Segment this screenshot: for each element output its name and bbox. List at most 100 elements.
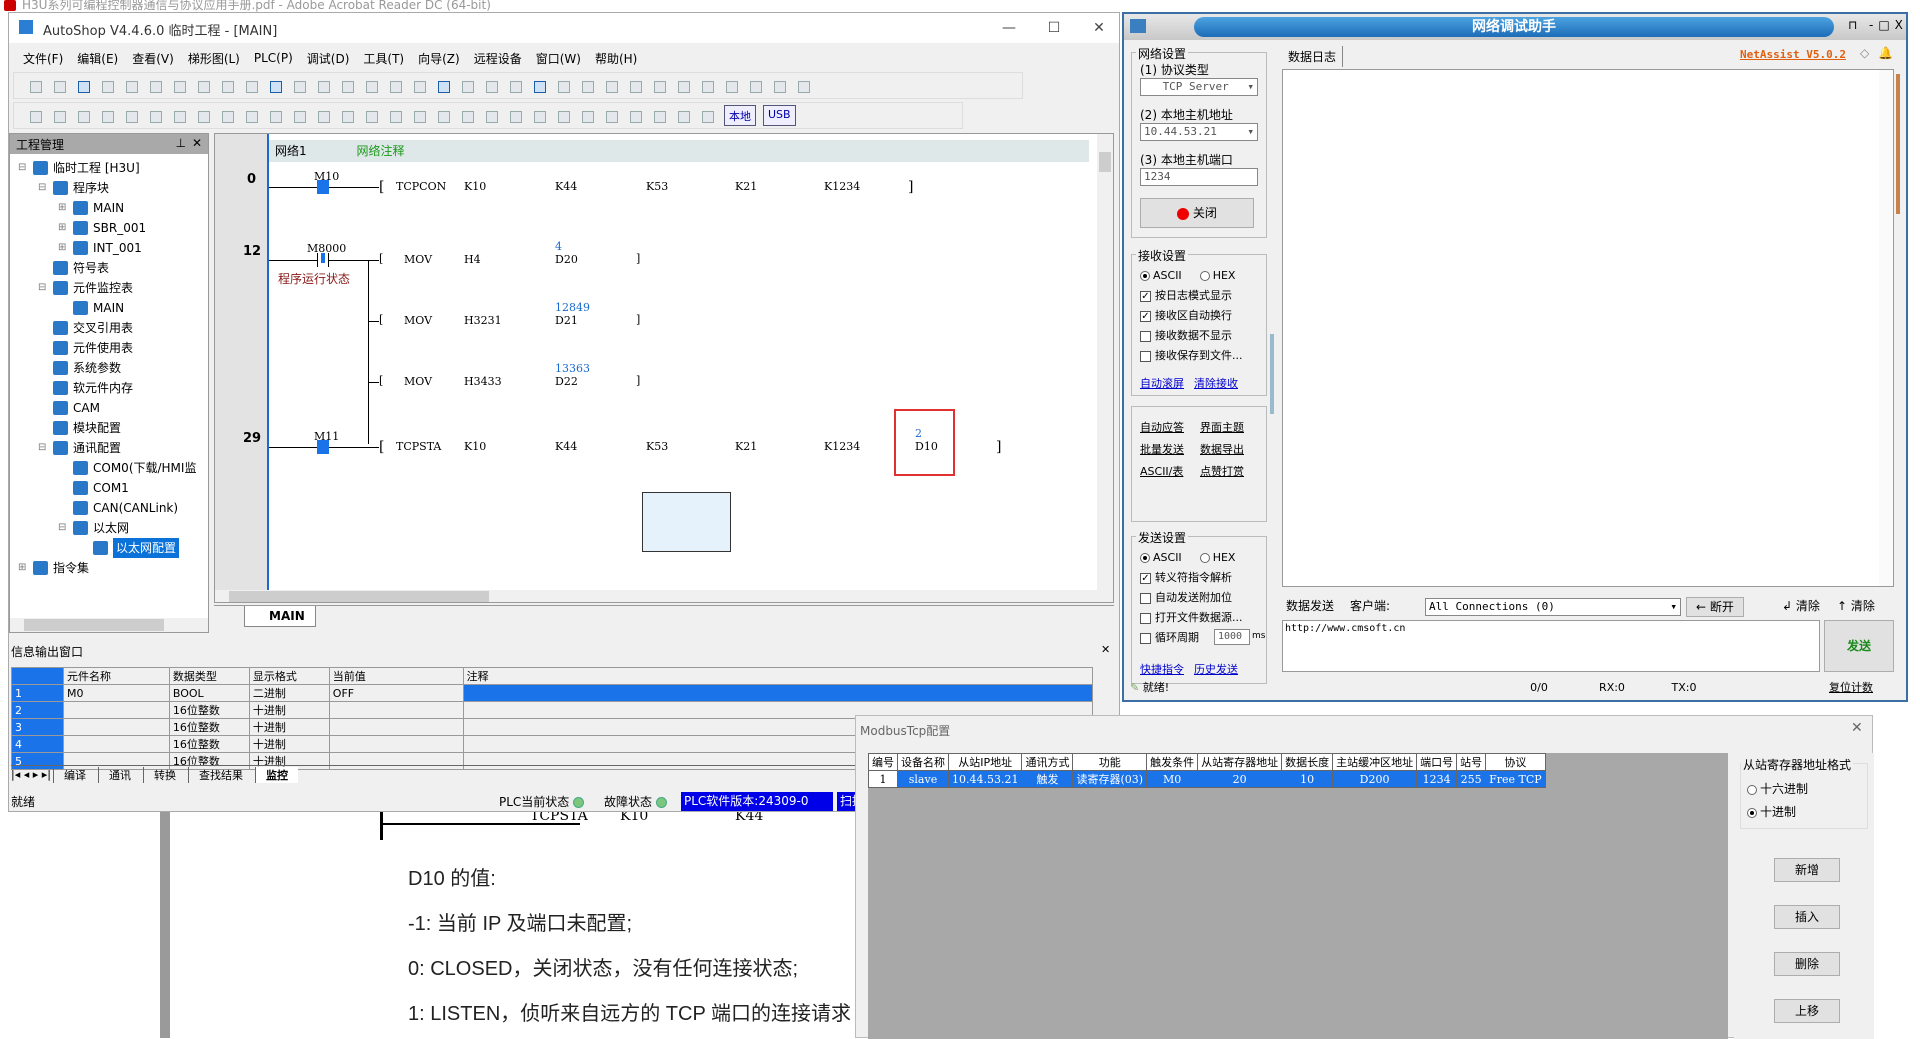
coil-icon[interactable] — [504, 105, 525, 126]
edit-monitor-icon[interactable] — [576, 75, 597, 96]
tree-item[interactable]: 元件使用表 — [38, 338, 133, 358]
window-controls[interactable]: -□X — [1869, 18, 1908, 32]
modbus-button[interactable]: 插入 — [1774, 905, 1840, 929]
instruction[interactable]: MOV — [404, 253, 432, 266]
info-tab[interactable]: 通讯 — [98, 766, 141, 783]
branch-icon[interactable] — [192, 105, 213, 126]
table-cell[interactable] — [62, 701, 170, 719]
tab-nav-icon[interactable]: |◂ ◂ ▸ ▸| — [11, 768, 51, 781]
receive-log-area[interactable] — [1282, 69, 1894, 587]
expander-icon[interactable]: ⊟ — [38, 438, 48, 458]
port-input[interactable]: 1234 — [1140, 168, 1258, 186]
menu-item[interactable]: 帮助(H) — [595, 50, 637, 67]
print-preview-icon[interactable] — [288, 75, 309, 96]
tree-item[interactable]: CAM — [38, 398, 100, 418]
tree-item[interactable]: 系统参数 — [38, 358, 121, 378]
tree-item[interactable]: ⊟ 元件监控表 — [38, 278, 133, 298]
table-cell[interactable]: slave — [897, 770, 949, 788]
send-button[interactable]: 发送 — [1824, 620, 1894, 672]
pin-icon[interactable]: ⊓ — [1848, 18, 1857, 32]
column-header[interactable]: 协议 — [1485, 753, 1546, 771]
tree-item[interactable]: ⊞ SBR_001 — [58, 218, 146, 238]
write-icon[interactable] — [600, 75, 621, 96]
search-icon[interactable] — [264, 75, 285, 96]
lad-icon[interactable] — [24, 105, 45, 126]
column-header[interactable]: 设备名称 — [897, 753, 949, 771]
checkbox[interactable] — [1140, 330, 1151, 342]
down-outline-icon[interactable] — [144, 105, 165, 126]
menu-item[interactable]: 向导(Z) — [418, 50, 460, 67]
coil-c-icon[interactable] — [480, 105, 501, 126]
branch3-icon[interactable] — [240, 105, 261, 126]
table-cell[interactable] — [328, 735, 464, 753]
panel-icon[interactable] — [792, 75, 813, 96]
contact-m10[interactable] — [317, 180, 329, 194]
menu-item[interactable]: 窗口(W) — [536, 50, 581, 67]
bar-icon[interactable] — [600, 105, 621, 126]
insert-col-icon[interactable] — [168, 105, 189, 126]
auto-scroll-link[interactable]: 自动滚屏 — [1140, 377, 1184, 390]
period-input[interactable]: 1000 — [1214, 629, 1250, 645]
checkbox[interactable]: ✓ — [1140, 290, 1151, 302]
hline-icon[interactable] — [264, 105, 285, 126]
table-cell[interactable]: 1234 — [1416, 770, 1458, 788]
table-cell[interactable]: 255 — [1456, 770, 1487, 788]
rising-edge-contact[interactable] — [317, 253, 329, 267]
expander-icon[interactable]: ⊟ — [58, 518, 68, 538]
table-cell[interactable] — [62, 718, 170, 736]
close-button[interactable]: ✕ — [1079, 17, 1119, 39]
table-cell[interactable]: 触发 — [1021, 770, 1074, 788]
table-cell[interactable]: 2 — [11, 701, 64, 719]
modbus-button[interactable]: 新增 — [1774, 858, 1840, 882]
contact-m11[interactable] — [317, 440, 329, 454]
stop-icon[interactable] — [456, 75, 477, 96]
local-button[interactable]: 本地 — [724, 105, 756, 126]
cross-icon[interactable] — [648, 105, 669, 126]
tree-item[interactable]: 以太网配置 — [78, 538, 180, 558]
table-cell[interactable]: M0 — [1146, 770, 1199, 788]
close-icon[interactable]: ✕ — [1101, 643, 1110, 656]
expander-icon[interactable]: ⊞ — [58, 238, 68, 258]
table-cell[interactable] — [462, 684, 1094, 702]
host-select[interactable]: 10.44.53.21 ▾ — [1140, 123, 1258, 141]
corner-icon[interactable] — [312, 105, 333, 126]
checkbox[interactable] — [1140, 612, 1151, 624]
diamond-icon[interactable]: ◇ — [1860, 46, 1869, 60]
checkbox[interactable]: ✓ — [1140, 572, 1151, 584]
column-header[interactable]: 触发条件 — [1146, 753, 1199, 771]
func-a-icon[interactable] — [528, 105, 549, 126]
info-tab[interactable]: 监控 — [255, 766, 298, 783]
monitor-icon[interactable] — [528, 75, 549, 96]
table-row[interactable]: 1 slave 10.44.53.21 触发 读寄存器(03) M0 20 10 D200 123… — [868, 770, 1546, 788]
align-icon[interactable] — [672, 75, 693, 96]
open-icon[interactable] — [48, 75, 69, 96]
delete-icon[interactable] — [240, 75, 261, 96]
tool-link[interactable]: 界面主题 — [1200, 419, 1260, 435]
st-icon[interactable] — [72, 105, 93, 126]
radio-ascii[interactable] — [1140, 271, 1150, 281]
column-header[interactable]: 从站IP地址 — [947, 753, 1023, 771]
menu-item[interactable]: 编辑(E) — [77, 50, 118, 67]
menu-item[interactable]: 文件(F) — [23, 50, 63, 67]
func-f-icon[interactable] — [552, 105, 573, 126]
checkbox[interactable] — [1140, 632, 1151, 644]
radio-hex[interactable] — [1199, 271, 1210, 281]
insert-row-icon[interactable] — [96, 105, 117, 126]
clear-recv-button[interactable]: ↑ 清除 — [1837, 596, 1875, 616]
tool-link[interactable]: 自动应答 — [1140, 419, 1200, 435]
checkbox[interactable] — [1140, 350, 1151, 362]
send-textarea[interactable]: http://www.cmsoft.cn — [1282, 620, 1820, 672]
column-header[interactable]: 通讯方式 — [1021, 753, 1074, 771]
align2-icon[interactable] — [696, 75, 717, 96]
log-scrollbar[interactable] — [1879, 70, 1893, 586]
menu-item[interactable]: 远程设备 — [474, 50, 522, 67]
menu-item[interactable]: 工具(T) — [363, 50, 404, 67]
login-icon[interactable] — [744, 75, 765, 96]
table-cell[interactable]: 10 — [1281, 770, 1334, 788]
column-header[interactable]: 主站缓冲区地址 — [1332, 753, 1418, 771]
checkbox[interactable] — [1140, 592, 1151, 604]
maximize-button[interactable]: ☐ — [1034, 17, 1074, 39]
set-icon[interactable] — [456, 105, 477, 126]
vline-icon[interactable] — [288, 105, 309, 126]
tree-item[interactable]: CAN(CANLink) — [58, 498, 178, 518]
